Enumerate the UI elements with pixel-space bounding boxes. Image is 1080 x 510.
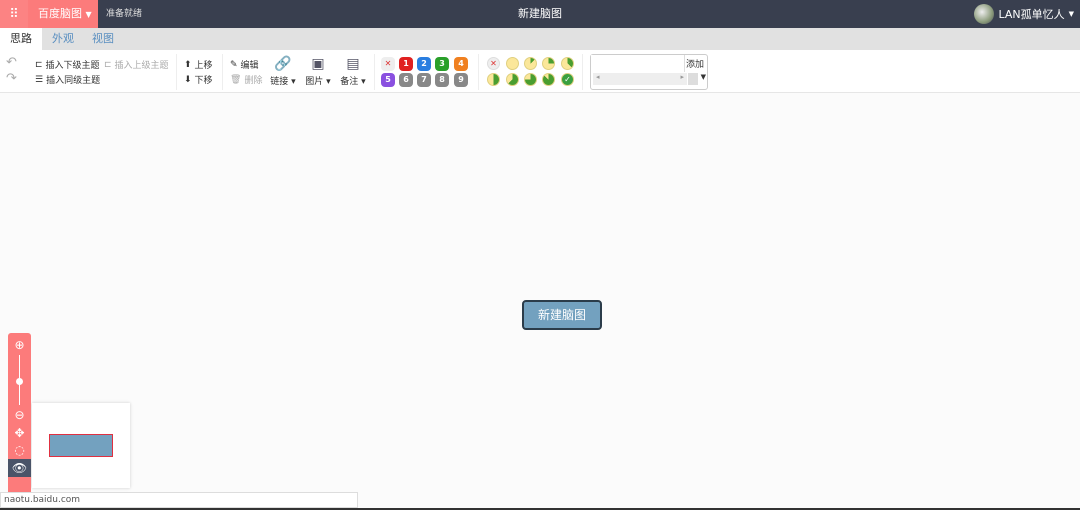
tab-view[interactable]: 视图 [82, 28, 124, 50]
apps-grid-button[interactable]: ⠿ [0, 0, 28, 28]
divider [582, 54, 583, 90]
minimap-root-node [49, 434, 113, 457]
tab-idea[interactable]: 思路 [0, 28, 42, 50]
edit-icon: ✎ [230, 59, 238, 70]
progress-7-button[interactable] [542, 73, 555, 86]
label: 链接 [270, 77, 289, 87]
priority-9-button[interactable]: 9 [454, 73, 468, 87]
insert-sibling-icon: ☰ [35, 74, 44, 85]
resource-input[interactable] [591, 55, 685, 72]
remove-progress-icon[interactable]: ✕ [487, 57, 500, 70]
move-up-button[interactable]: ⬆ 上移 [184, 58, 213, 72]
arrow-down-icon: ⬇ [184, 74, 192, 85]
undo-icon[interactable]: ↶ [6, 55, 17, 70]
note-icon: ▤ [346, 56, 360, 72]
progress-3-button[interactable] [561, 57, 574, 70]
image-button[interactable]: ▣ 图片 ▾ [303, 56, 333, 87]
priority-2-button[interactable]: 2 [417, 57, 431, 71]
user-menu[interactable]: LAN孤单忆人 ▼ [974, 0, 1074, 28]
label: 备注 [340, 77, 359, 87]
label: 下移 [194, 76, 213, 86]
label: 插入上级主题 [114, 61, 169, 71]
minimap[interactable] [32, 403, 130, 488]
resource-panel: 添加 ◂ ▸ ▼ [590, 54, 708, 90]
brand-label: 百度脑图 [38, 7, 82, 20]
move-down-button[interactable]: ⬇ 下移 [184, 73, 213, 87]
insert-parent-icon: ⊏ [104, 59, 112, 70]
priority-7-button[interactable]: 7 [417, 73, 431, 87]
edit-button[interactable]: ✎ 编辑 [230, 58, 259, 72]
brand-menu[interactable]: 百度脑图 ▼ [28, 0, 98, 28]
progress-1-button[interactable] [524, 57, 537, 70]
divider [176, 54, 177, 90]
priority-4-button[interactable]: 4 [454, 57, 468, 71]
delete-button[interactable]: 🗑 删除 [230, 73, 263, 87]
caret-down-icon: ▼ [85, 10, 92, 19]
link-button[interactable]: 🔗 链接 ▾ [268, 56, 298, 87]
progress-5-button[interactable] [506, 73, 519, 86]
label: 插入下级主题 [45, 61, 100, 71]
add-resource-button[interactable]: 添加 [686, 57, 704, 70]
toolbar: ↶ ↷ ⊏ 插入下级主题 ⊏ 插入上级主题 ☰ 插入同级主题 ⬆ 上移 ⬇ 下移 ✎ 编辑 … [0, 50, 1080, 93]
priority-1-button[interactable]: 1 [399, 57, 413, 71]
progress-8-button[interactable]: ✓ [561, 73, 574, 86]
zoom-slider-handle[interactable] [16, 378, 23, 385]
progress-4-button[interactable] [487, 73, 500, 86]
label: 图片 [305, 77, 324, 87]
trash-icon: 🗑 [230, 74, 242, 85]
resource-dropdown[interactable]: ▼ [688, 73, 706, 85]
image-icon: ▣ [311, 56, 325, 72]
grid-icon: ⠿ [9, 6, 19, 22]
divider [222, 54, 223, 90]
zoom-out-icon[interactable]: ⊖ [8, 408, 31, 422]
redo-icon[interactable]: ↷ [6, 71, 17, 86]
insert-sibling-button[interactable]: ☰ 插入同级主题 [35, 73, 101, 87]
tab-appearance[interactable]: 外观 [42, 28, 84, 50]
zoom-panel: ⊕ ⊖ ✥ ◌ 👁 [8, 333, 31, 510]
priority-6-button[interactable]: 6 [399, 73, 413, 87]
label: 插入同级主题 [46, 76, 101, 86]
priority-5-button[interactable]: 5 [381, 73, 395, 87]
insert-child-button[interactable]: ⊏ 插入下级主题 [35, 58, 100, 72]
zoom-in-icon[interactable]: ⊕ [8, 338, 31, 352]
progress-2-button[interactable] [542, 57, 555, 70]
insert-child-icon: ⊏ [35, 59, 43, 70]
root-node[interactable]: 新建脑图 [522, 300, 602, 330]
divider [478, 54, 479, 90]
label: 上移 [194, 61, 213, 71]
label: 编辑 [240, 61, 259, 71]
user-name: LAN孤单忆人 [998, 8, 1065, 21]
progress-0-button[interactable] [506, 57, 519, 70]
remove-priority-icon[interactable]: ✕ [381, 57, 395, 71]
caret-down-icon: ▼ [1068, 10, 1074, 18]
resource-scrollbar[interactable]: ◂ ▸ [593, 73, 687, 85]
label: 删除 [244, 76, 263, 86]
tab-bar: 思路 外观 视图 [0, 28, 1080, 50]
priority-8-button[interactable]: 8 [435, 73, 449, 87]
top-bar: ⠿ 百度脑图 ▼ 准备就绪 新建脑图 LAN孤单忆人 ▼ [0, 0, 1080, 28]
status-url: naotu.baidu.com [0, 492, 358, 508]
note-button[interactable]: ▤ 备注 ▾ [338, 56, 368, 87]
avatar [974, 4, 995, 24]
divider [374, 54, 375, 90]
document-title: 新建脑图 [518, 7, 562, 20]
priority-3-button[interactable]: 3 [435, 57, 449, 71]
locate-icon[interactable]: ◌ [8, 443, 31, 457]
move-icon[interactable]: ✥ [8, 426, 31, 440]
progress-6-button[interactable] [524, 73, 537, 86]
arrow-up-icon: ⬆ [184, 59, 192, 70]
save-status: 准备就绪 [106, 9, 143, 19]
insert-parent-button[interactable]: ⊏ 插入上级主题 [104, 58, 169, 72]
link-icon: 🔗 [274, 56, 292, 72]
zoom-slider[interactable] [16, 355, 23, 405]
eye-icon[interactable]: 👁 [8, 459, 31, 477]
